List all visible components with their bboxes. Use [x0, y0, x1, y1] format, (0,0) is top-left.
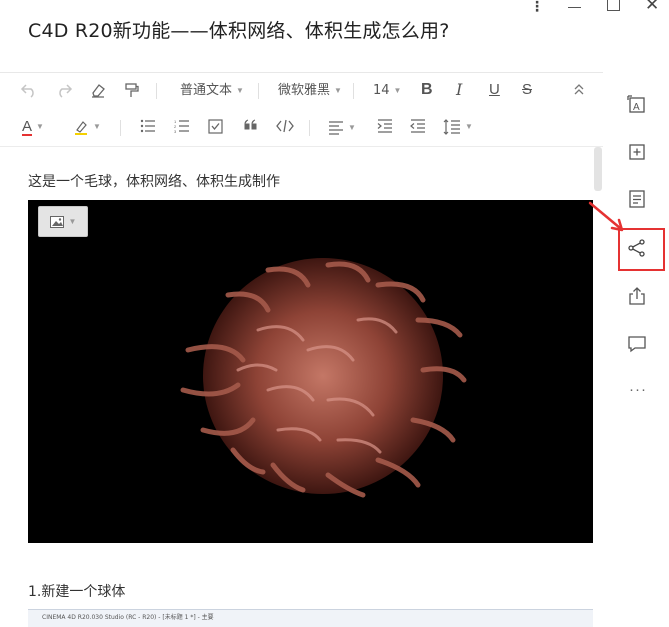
collapse-toolbar-button[interactable] — [573, 82, 585, 96]
highlighter-icon — [75, 120, 87, 135]
eraser-icon — [92, 84, 105, 98]
document-title[interactable]: C4D R20新功能——体积网络、体积生成怎么用? — [28, 16, 450, 43]
checklist-button[interactable] — [208, 119, 223, 134]
format-painter-icon — [125, 83, 139, 97]
text-frame-icon[interactable]: A — [627, 95, 647, 115]
paragraph-step-1[interactable]: 1.新建一个球体 — [28, 581, 125, 601]
svg-text:A: A — [633, 102, 640, 113]
font-family-select[interactable]: 微软雅黑 ▼ — [278, 82, 342, 100]
redo-button[interactable] — [55, 82, 73, 98]
format-painter-button[interactable] — [123, 82, 139, 99]
content-image-c4d-screenshot[interactable]: CINEMA 4D R20.030 Studio (RC - R20) - [未… — [28, 609, 593, 627]
font-color-label: A — [22, 117, 33, 136]
underline-button[interactable]: U — [489, 81, 500, 99]
code-icon — [276, 119, 294, 133]
chevron-down-icon: ▼ — [68, 217, 77, 226]
comment-icon[interactable] — [627, 334, 647, 354]
content-image-furball[interactable]: ▼ — [28, 200, 593, 543]
font-size-select[interactable]: 14 ▼ — [373, 82, 401, 100]
toolbar-separator — [120, 120, 121, 136]
checkbox-icon — [208, 119, 223, 134]
font-color-button[interactable]: A ▼ — [22, 118, 44, 136]
outdent-button[interactable] — [410, 119, 426, 133]
align-left-icon — [329, 121, 343, 135]
indent-icon — [377, 119, 392, 133]
toolbar-separator — [309, 120, 310, 136]
toolbar-separator — [156, 83, 157, 99]
chevron-down-icon: ▼ — [348, 123, 356, 132]
line-height-icon — [443, 119, 460, 135]
code-button[interactable] — [276, 119, 294, 133]
indent-button[interactable] — [377, 119, 393, 133]
annotation-arrow — [588, 201, 624, 232]
highlight-color-button[interactable]: ▼ — [73, 118, 101, 136]
insert-icon[interactable] — [627, 142, 647, 162]
chevron-down-icon: ▼ — [236, 86, 244, 95]
numbered-list-button[interactable]: 123 — [174, 119, 190, 133]
share-icon[interactable] — [627, 238, 647, 258]
image-icon — [49, 215, 64, 228]
outdent-icon — [410, 119, 425, 133]
chevron-down-icon: ▼ — [465, 122, 473, 131]
toolbar-separator — [258, 83, 259, 99]
more-options-icon[interactable]: ··· — [629, 381, 647, 398]
double-chevron-up-icon — [574, 84, 584, 95]
font-size-label: 14 — [373, 83, 390, 98]
paragraph-intro[interactable]: 这是一个毛球，体积网络、体积生成制作 — [28, 171, 280, 191]
right-sidebar: A ··· — [603, 72, 669, 627]
numbered-list-icon: 123 — [174, 119, 189, 133]
chevron-down-icon: ▼ — [334, 86, 342, 95]
chevron-down-icon: ▼ — [36, 122, 44, 131]
bullet-list-button[interactable] — [140, 119, 156, 133]
italic-button[interactable]: I — [456, 81, 462, 99]
toolbar-top-divider — [0, 72, 603, 73]
image-options-button[interactable]: ▼ — [38, 206, 88, 237]
window-more-button[interactable]: ⋮ — [530, 0, 544, 14]
quote-button[interactable] — [244, 119, 258, 131]
quote-icon — [244, 119, 257, 130]
font-family-label: 微软雅黑 — [278, 83, 331, 98]
outline-icon[interactable] — [627, 189, 647, 209]
window-close-button[interactable]: ✕ — [645, 0, 659, 14]
toolbar-separator — [353, 83, 354, 99]
bullet-list-icon — [140, 119, 155, 133]
chevron-down-icon: ▼ — [393, 86, 402, 95]
chevron-down-icon: ▼ — [93, 122, 101, 131]
window-maximize-button[interactable] — [607, 0, 620, 14]
bold-button[interactable]: B — [421, 81, 433, 99]
editor-scrollbar-thumb[interactable] — [594, 147, 602, 191]
align-button[interactable]: ▼ — [328, 119, 356, 137]
paragraph-style-select[interactable]: 普通文本 ▼ — [180, 82, 244, 100]
export-icon[interactable] — [627, 286, 647, 306]
svg-text:3: 3 — [174, 129, 177, 133]
editor-area[interactable]: 这是一个毛球，体积网络、体积生成制作 ▼ 1.新建一个球体 CINEMA 4D … — [0, 147, 603, 627]
paragraph-style-label: 普通文本 — [180, 83, 233, 98]
undo-button[interactable] — [20, 82, 38, 98]
undo-icon — [20, 84, 34, 98]
strikethrough-button[interactable]: S — [522, 81, 532, 99]
redo-icon — [59, 84, 73, 98]
clear-format-button[interactable] — [90, 82, 106, 98]
furball-render — [180, 258, 467, 498]
window-minimize-button[interactable] — [568, 0, 582, 14]
line-height-button[interactable]: ▼ — [443, 118, 473, 136]
screenshot-caption: CINEMA 4D R20.030 Studio (RC - R20) - [未… — [42, 614, 214, 621]
